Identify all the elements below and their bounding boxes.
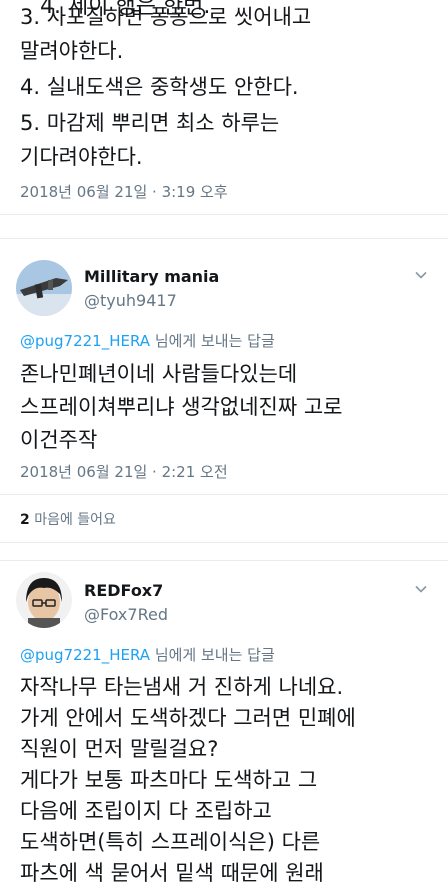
tweet-2-timestamp[interactable]: 2018년 06월 21일 · 2:21 오전: [20, 461, 228, 482]
tweet-3-line: 다음에 조립이지 다 조립하고: [20, 799, 272, 823]
tweet-3-body: 자작나무 타는냄새 거 진하게 나네요. 가게 안에서 도색하겠다 그러면 민폐…: [20, 672, 440, 889]
reply-context: @pug7221_HERA 님에게 보내는 답글: [20, 330, 275, 351]
tweet-3-line: 게다가 보통 파츠마다 도색하고 그: [20, 768, 318, 792]
tweet-3-line: 직원이 먼저 말릴걸요?: [20, 737, 219, 761]
chevron-down-icon[interactable]: [414, 582, 428, 596]
likes-number: 2: [20, 512, 30, 528]
author-handle[interactable]: @Fox7Red: [84, 605, 168, 624]
divider: [0, 214, 448, 215]
reply-mention-link[interactable]: @pug7221_HERA: [20, 646, 150, 664]
reply-mention-link[interactable]: @pug7221_HERA: [20, 332, 150, 350]
tweet-2-line: 존나민폐년이네 사람들다있는데: [20, 362, 298, 386]
tweet-2-body: 존나민폐년이네 사람들다있는데 스프레이쳐뿌리냐 생각없네진짜 고로 이건주작: [20, 358, 440, 457]
tweet-1-timestamp[interactable]: 2018년 06월 21일 · 3:19 오후: [20, 181, 228, 202]
tweet-1-line: 3. 사포질하면 퐁퐁으로 씻어내고: [20, 5, 312, 29]
author-handle[interactable]: @tyuh9417: [84, 291, 177, 310]
tweet-3-line: 자작나무 타는냄새 거 진하게 나네요.: [20, 675, 344, 699]
avatar[interactable]: [16, 572, 72, 628]
tweet-1-line: 5. 마감제 뿌리면 최소 하루는: [20, 111, 280, 135]
tweet-1-line: 기다려야한다.: [20, 145, 143, 169]
tweet-3-line: 파츠에 색 묻어서 밑색 때문에 원래: [20, 861, 324, 885]
reply-label: 님에게 보내는 답글: [150, 332, 275, 350]
likes-label: 마음에 들어요: [29, 512, 116, 528]
divider: [0, 542, 448, 543]
tweet-1-line: 말려야한다.: [20, 39, 124, 63]
tweet-2-line: 이건주작: [20, 428, 98, 452]
tweet-1-line: 4. 실내도색은 중학생도 안한다.: [20, 75, 299, 99]
divider: [0, 494, 448, 495]
divider: [0, 560, 448, 561]
divider: [0, 238, 448, 239]
tweet-3-line: 가게 안에서 도색하겠다 그러면 민폐에: [20, 706, 356, 730]
author-name[interactable]: REDFox7: [84, 581, 163, 600]
tweet-2-line: 스프레이쳐뿌리냐 생각없네진짜 고로: [20, 395, 343, 419]
chevron-down-icon[interactable]: [414, 268, 428, 282]
likes-count[interactable]: 2 마음에 들어요: [20, 509, 116, 529]
avatar[interactable]: [16, 260, 72, 316]
author-name[interactable]: Millitary mania: [84, 267, 219, 286]
reply-context: @pug7221_HERA 님에게 보내는 답글: [20, 644, 275, 665]
tweet-3-line: 도색하면(특히 스프레이식은) 다른: [20, 830, 321, 854]
reply-label: 님에게 보내는 답글: [150, 646, 275, 664]
